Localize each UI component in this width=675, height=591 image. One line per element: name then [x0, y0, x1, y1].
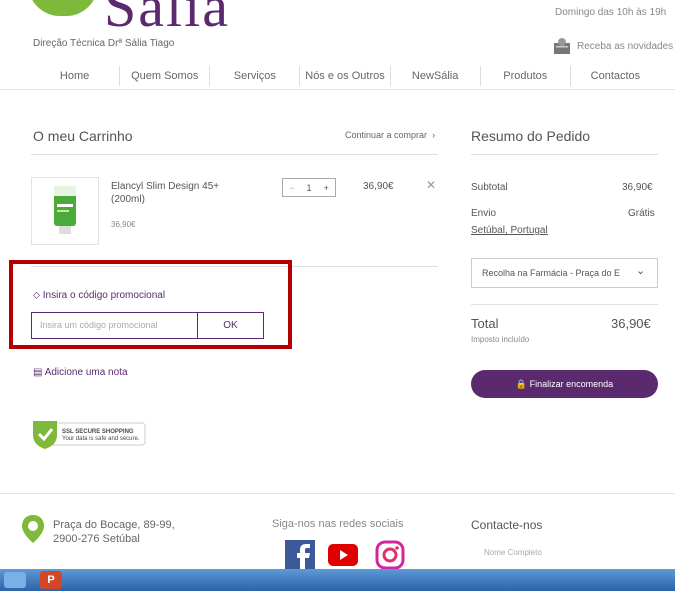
ssl-subtitle: Your data is safe and secure. — [62, 436, 140, 442]
increase-quantity-button[interactable]: + — [324, 183, 329, 193]
ssl-text: SSL SECURE SHOPPING Your data is safe an… — [62, 429, 140, 443]
chevron-right-icon: › — [429, 130, 436, 140]
tax-note: Imposto incluído — [471, 335, 530, 344]
newsletter-label: Receba as novidades — [577, 40, 674, 52]
summary-divider-bottom — [471, 304, 658, 305]
contact-title: Contacte-nos — [471, 518, 543, 532]
shipping-method-value: Recolha na Farmácia - Praça do E — [482, 268, 621, 278]
main-nav: Home Quem Somos Serviços Nós e os Outros… — [30, 66, 660, 86]
summary-divider-top — [471, 154, 658, 155]
powerpoint-icon[interactable]: P — [40, 571, 62, 589]
facebook-icon[interactable] — [285, 540, 315, 570]
taskbar-app-icon[interactable] — [4, 572, 26, 588]
subtotal-value: 36,90€ — [622, 182, 653, 193]
shipping-method-select[interactable]: Recolha na Farmácia - Praça do E — [471, 258, 658, 288]
lock-icon: 🔒 — [515, 379, 528, 389]
product-unit-price: 36,90€ — [111, 220, 136, 229]
footer-address: Praça do Bocage, 89-99, 2900-276 Setúbal — [53, 518, 175, 546]
highlight-box — [9, 260, 292, 349]
cart-title: O meu Carrinho — [33, 128, 133, 144]
youtube-icon[interactable] — [328, 544, 358, 566]
product-thumbnail[interactable] — [31, 177, 99, 245]
instagram-icon[interactable] — [375, 540, 405, 570]
technical-direction: Direção Técnica Drª Sália Tiago — [33, 38, 175, 49]
nav-home[interactable]: Home — [30, 66, 119, 86]
newsletter-icon — [554, 38, 570, 54]
line-total: 36,90€ — [363, 181, 394, 192]
shipping-value: Grátis — [628, 208, 655, 219]
nav-nos-e-os-outros[interactable]: Nós e os Outros — [299, 66, 389, 86]
address-line-2: 2900-276 Setúbal — [53, 533, 140, 545]
decrease-quantity-button[interactable]: − — [289, 183, 294, 193]
add-note-link[interactable]: ▤ Adicione uma nota — [33, 367, 128, 378]
shipping-label: Envio — [471, 208, 497, 219]
nav-servicos[interactable]: Serviços — [209, 66, 299, 86]
add-note-label: Adicione uma nota — [44, 367, 128, 378]
nav-quem-somos[interactable]: Quem Somos — [119, 66, 209, 86]
nav-produtos[interactable]: Produtos — [479, 66, 570, 86]
os-taskbar: P — [0, 569, 675, 591]
logo-leaf — [28, 0, 98, 16]
logo[interactable]: Sália — [104, 0, 230, 36]
checkout-label: Finalizar encomenda — [529, 379, 614, 389]
subtotal-label: Subtotal — [471, 182, 508, 193]
cart-divider-top — [31, 154, 438, 155]
social-title: Siga-nos nas redes sociais — [272, 518, 404, 530]
quantity-value[interactable]: 1 — [306, 183, 311, 193]
newsletter-link[interactable]: Receba as novidades — [552, 37, 673, 55]
footer-divider — [0, 493, 675, 494]
opening-hours: Domingo das 10h às 19h — [555, 7, 667, 18]
ssl-title: SSL SECURE SHOPPING — [62, 429, 134, 435]
order-summary-title: Resumo do Pedido — [471, 128, 591, 144]
address-line-1: Praça do Bocage, 89-99, — [53, 519, 175, 531]
continue-shopping-link[interactable]: Continuar a comprar › — [345, 130, 435, 140]
nav-newsalia[interactable]: NewSália — [389, 66, 480, 86]
remove-item-icon[interactable]: ✕ — [426, 178, 436, 192]
location-pin-icon — [22, 515, 44, 543]
full-name-input[interactable]: Nome Completo — [484, 548, 542, 557]
nav-contactos[interactable]: Contactos — [569, 66, 660, 86]
product-name[interactable]: Elancyl Slim Design 45+ (200ml) — [111, 180, 236, 206]
total-value: 36,90€ — [611, 316, 651, 331]
quantity-stepper: − 1 + — [282, 178, 336, 197]
note-icon: ▤ — [33, 367, 43, 378]
checkout-button[interactable]: 🔒 Finalizar encomenda — [471, 370, 658, 398]
shipping-location-link[interactable]: Setúbal, Portugal — [471, 225, 548, 236]
product-tube-image — [54, 186, 76, 234]
header-divider — [0, 89, 675, 90]
continue-shopping-label: Continuar a comprar — [345, 130, 428, 140]
chevron-down-icon: ⌄ — [636, 265, 646, 277]
total-label: Total — [471, 316, 499, 331]
